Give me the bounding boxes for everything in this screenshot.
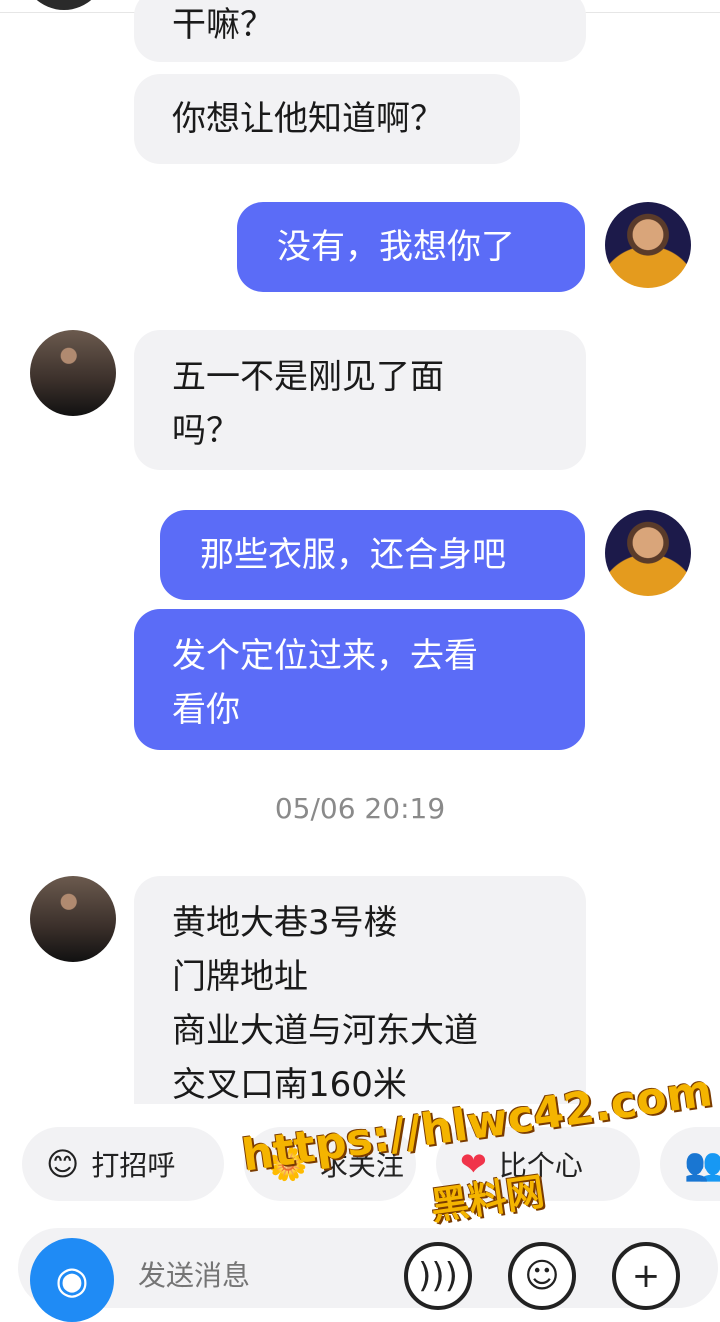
contact-avatar[interactable] (30, 330, 116, 416)
message-bubble-outgoing[interactable]: 发个定位过来，去看 看你 (134, 609, 585, 750)
my-avatar[interactable] (605, 510, 691, 596)
message-text-line: 黄地大巷3号楼 (172, 903, 398, 943)
camera-button[interactable]: ◉ (30, 1238, 114, 1322)
camera-icon: ◉ (55, 1258, 89, 1302)
flower-icon: 🌼 (268, 1145, 308, 1183)
message-text-line: 看你 (172, 690, 240, 730)
emoji-face-icon: ☺ (524, 1256, 560, 1296)
quick-reply-follow[interactable]: 🌼 求关注 (244, 1127, 416, 1201)
quick-reply-label: 求关注 (319, 1149, 404, 1182)
quick-reply-label: 打招呼 (91, 1149, 176, 1182)
message-text-line: 五一不是刚见了面 (172, 357, 444, 397)
quick-reply-label: 比个心 (498, 1149, 583, 1182)
message-text: 你想让他知道啊？ (172, 99, 444, 139)
message-text-line: 交叉口南160米 (172, 1065, 407, 1105)
contact-avatar-partial[interactable] (22, 0, 106, 10)
message-bubble-incoming[interactable]: 黄地大巷3号楼 门牌地址 商业大道与河东大道 交叉口南160米 (134, 876, 586, 1105)
message-text-line: 发个定位过来，去看 (172, 636, 478, 676)
voice-wave-icon: ))) (418, 1256, 458, 1296)
voice-button[interactable]: ))) (404, 1242, 472, 1310)
heart-icon: ❤ (460, 1145, 487, 1183)
plus-icon: + (631, 1256, 661, 1296)
message-text: 没有，我想你了 (277, 227, 515, 267)
message-timestamp: 05/06 20:19 (274, 792, 446, 825)
message-input[interactable] (136, 1258, 380, 1293)
message-text: 那些衣服，还合身吧 (200, 535, 506, 575)
message-bubble-outgoing[interactable]: 没有，我想你了 (237, 202, 585, 292)
smile-emoji-icon: 😊 (46, 1145, 80, 1183)
quick-reply-greet[interactable]: 😊 打招呼 (22, 1127, 224, 1201)
message-text-line: 门牌地址 (172, 957, 308, 997)
message-bubble-incoming[interactable]: 五一不是刚见了面 吗？ (134, 330, 586, 470)
message-bubble-outgoing[interactable]: 那些衣服，还合身吧 (160, 510, 585, 600)
quick-reply-more[interactable]: 👥 (660, 1127, 720, 1201)
message-bubble-incoming[interactable]: 干嘛？ (134, 0, 586, 62)
people-icon: 👥 (684, 1145, 720, 1183)
emoji-button[interactable]: ☺ (508, 1242, 576, 1310)
more-button[interactable]: + (612, 1242, 680, 1310)
message-text-line: 吗？ (172, 411, 240, 451)
contact-avatar[interactable] (30, 876, 116, 962)
message-text-line: 商业大道与河东大道 (172, 1011, 478, 1051)
message-bubble-incoming[interactable]: 你想让他知道啊？ (134, 74, 520, 164)
my-avatar[interactable] (605, 202, 691, 288)
message-text: 干嘛？ (172, 5, 274, 45)
quick-reply-heart[interactable]: ❤ 比个心 (436, 1127, 640, 1201)
